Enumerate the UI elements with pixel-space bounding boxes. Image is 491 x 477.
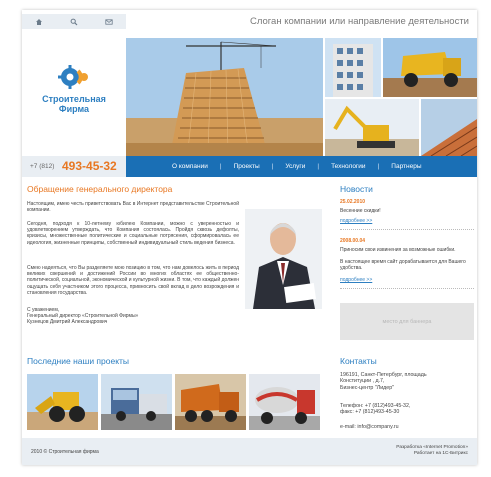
news-more-link[interactable]: подробнее >> [340, 277, 372, 283]
menu-item-about[interactable]: О компании [172, 163, 208, 170]
menu-item-partners[interactable]: Партнеры [391, 163, 421, 170]
signature-line-3: Кузнецов Дмитрий Александрович [27, 319, 108, 326]
dump-truck-photo [383, 38, 477, 97]
logo-text-line2: Фирма [58, 104, 90, 114]
home-icon[interactable] [34, 17, 44, 27]
news-text: Весенние скидки! [340, 208, 381, 214]
search-icon[interactable] [69, 17, 79, 27]
site-slogan: Слоган компании или направление деятельн… [249, 16, 469, 27]
main-menu: О компании | Проекты | Услуги | Технолог… [126, 156, 477, 177]
project-thumbnail[interactable] [101, 374, 172, 430]
director-paragraph-2: Сегодня, подходя к 10-летнему юбилею Ком… [27, 221, 239, 246]
site-logo[interactable]: Строительная Фирма [22, 38, 126, 156]
news-date: 25.02.2010 [340, 199, 366, 205]
menu-item-projects[interactable]: Проекты [234, 163, 260, 170]
contact-phones: Телефон: +7 (812)493-45-32, факс: +7 (81… [340, 403, 410, 416]
project-thumbnail[interactable] [175, 374, 246, 430]
contact-address: 196191, Санкт-Петербург, площадь Констит… [340, 372, 427, 391]
phone-block: +7 (812) 493-45-32 [22, 156, 126, 177]
projects-heading: Последние наши проекты [27, 356, 130, 366]
news-separator [340, 229, 474, 230]
excavator-photo [325, 99, 419, 156]
contact-fax: факс: +7 (812)493-45-30 [340, 409, 400, 416]
director-portrait-photo [245, 209, 322, 309]
projects-gallery [27, 374, 322, 430]
page: Слоган компании или направление деятельн… [22, 10, 477, 465]
footer-developer: Разработка «Internet Promotion» Работает… [396, 445, 468, 457]
contacts-heading: Контакты [340, 356, 377, 366]
news-separator [340, 288, 474, 289]
news-text: Приносим свои извинения за возможные оши… [340, 247, 456, 253]
news-heading: Новости [340, 184, 373, 194]
news-text-2: В настоящее время сайт дорабатывается дл… [340, 259, 466, 271]
footer-dev-line-2: Работает на 1С-Битрикс [413, 451, 468, 457]
footer-copyright: 2010 © Строительная фирма [31, 449, 99, 455]
director-paragraph-1: Настоящим, имею честь приветствовать Вас… [27, 201, 239, 214]
project-thumbnail[interactable] [27, 374, 98, 430]
phone-number: 493-45-32 [62, 159, 117, 173]
director-signature: С уважением, Генеральный директор «Строи… [27, 307, 239, 326]
top-bar: Слоган компании или направление деятельн… [22, 10, 477, 33]
project-thumbnail[interactable] [249, 374, 320, 430]
scaffolding-photo [421, 99, 477, 156]
news-more-link[interactable]: подробнее >> [340, 218, 372, 224]
logo-text-line1: Строительная [42, 94, 106, 104]
header-photo-collage [126, 38, 477, 156]
news-date: 2008.00.04 [340, 238, 366, 244]
contact-email[interactable]: e-mail: info@company.ru [340, 424, 399, 430]
high-rise-photo [325, 38, 381, 97]
footer: 2010 © Строительная фирма Разработка «In… [22, 438, 477, 465]
director-address-heading: Обращение генерального директора [27, 184, 173, 194]
director-paragraph-3: Смею надеяться, что Вы разделяете мою по… [27, 265, 239, 296]
building-construction-photo [126, 38, 323, 156]
banner-placeholder[interactable]: место для баннера [340, 303, 474, 340]
menu-item-technologies[interactable]: Технологии [331, 163, 366, 170]
gear-logo-icon [58, 65, 88, 89]
phone-code: +7 (812) [30, 163, 55, 170]
mail-icon[interactable] [104, 17, 114, 27]
menu-item-services[interactable]: Услуги [285, 163, 305, 170]
top-icon-bar [22, 14, 126, 29]
address-line-3: Бизнес-центр "Лидер" [340, 384, 395, 391]
